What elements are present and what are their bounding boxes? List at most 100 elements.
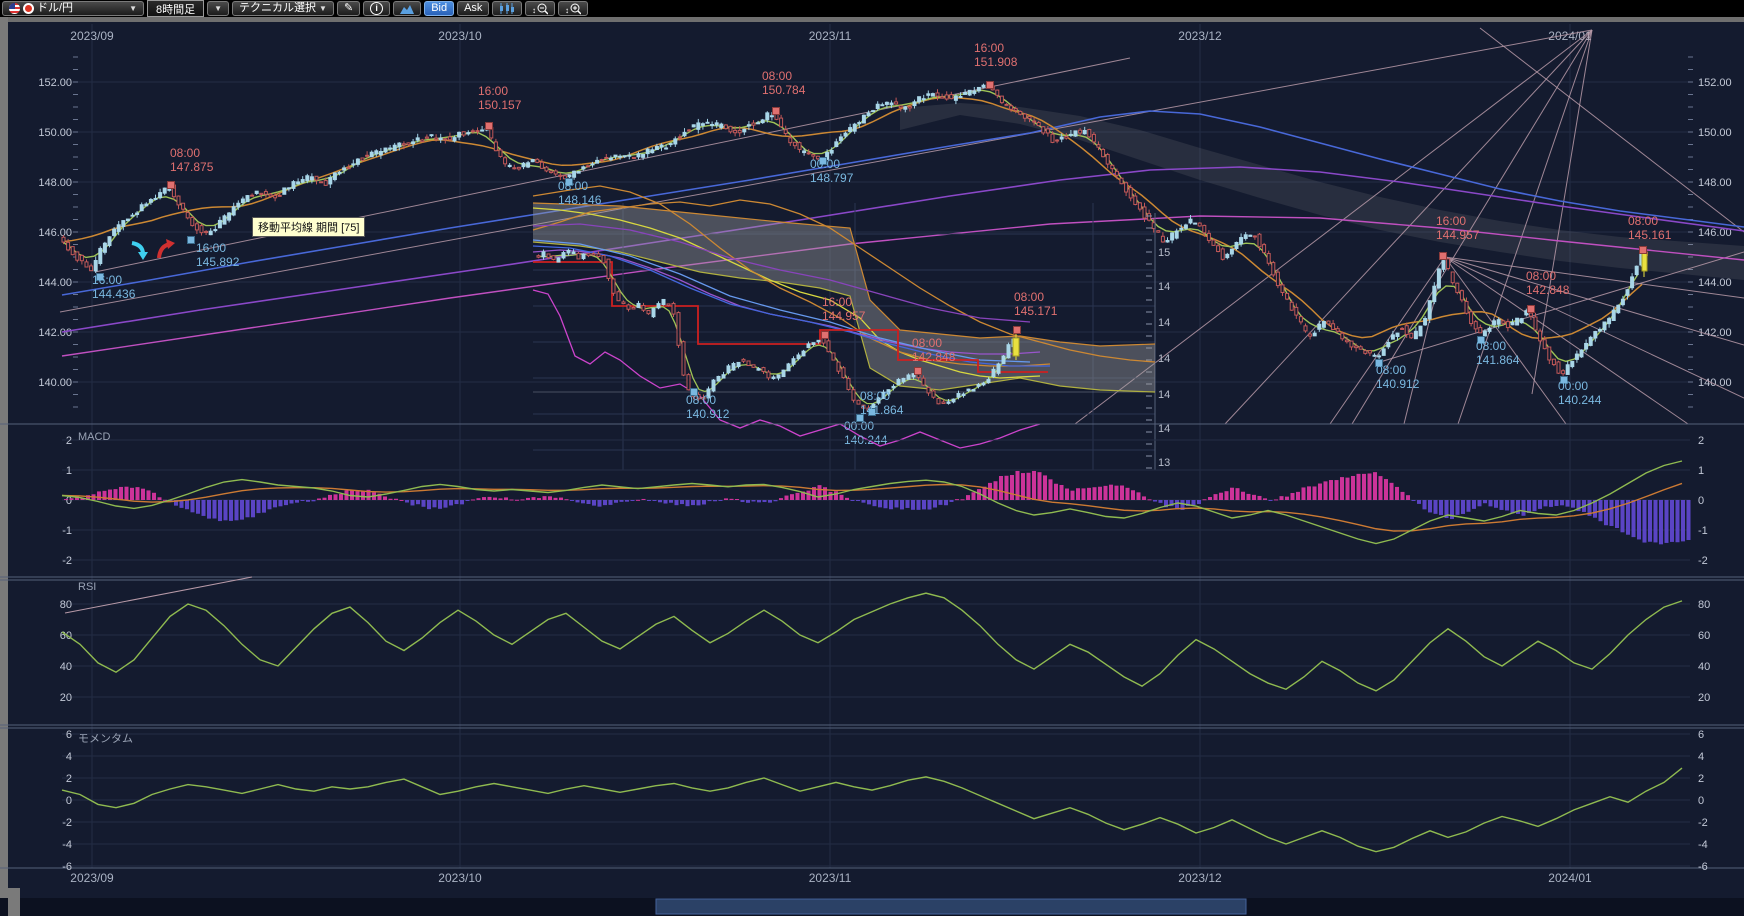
candle-body [1065,137,1068,139]
candle-body [1493,321,1496,325]
candle-body [218,220,221,227]
inset-current-candle [1013,338,1019,356]
timeframe-dropdown-button[interactable]: ▼ [207,1,229,16]
indicator-axis-label-right: 20 [1698,692,1710,704]
macd-histogram-bar [917,500,921,510]
macd-histogram-bar [1197,500,1201,504]
candle-body [977,87,980,90]
price-axis-label-right: 144.00 [1698,277,1732,289]
candlestick-chart-button[interactable] [492,1,522,16]
left-gutter [0,17,8,916]
inset-axis-label: 14 [1158,389,1170,401]
candle-body [237,203,240,207]
inset-candle-body [987,380,990,383]
candle-body [803,151,806,153]
macd-histogram-bar [1148,499,1152,500]
candle-body [945,95,948,99]
candle-body [1502,321,1505,323]
candle-body [439,138,442,140]
technical-select-button[interactable]: テクニカル選択 ▼ [232,1,334,16]
macd-histogram-bar [1236,488,1240,500]
annotation-marker [822,332,829,339]
candle-body [1465,302,1468,314]
macd-histogram-bar [119,487,123,500]
macd-histogram-bar [147,490,151,500]
inset-candle-body [992,369,995,376]
candle-body [1074,131,1077,136]
candle-body [1603,322,1606,330]
candle-body [996,90,999,95]
macd-histogram-bar [389,499,393,500]
inset-candle-body [962,394,965,396]
macd-histogram-bar [1274,499,1278,500]
macd-histogram-bar [1461,500,1465,514]
candle-body [99,248,102,263]
inset-candle-body [717,376,720,381]
macd-histogram-bar [191,500,195,512]
macd-histogram-bar [394,499,398,500]
candle-body [812,155,815,157]
indicator-axis-label-right: 1 [1698,465,1704,477]
draw-tool-button[interactable]: ✎ [337,1,360,16]
macd-histogram-bar [939,500,943,505]
macd-histogram-bar [152,493,156,500]
candle-body [67,242,70,250]
price-annotation: 140.912 [1376,377,1420,391]
zoom-out-button[interactable]: ↕ [525,1,555,16]
scrollbar-thumb[interactable] [656,899,1246,914]
candle-body [1391,335,1394,339]
candle-body [80,255,83,260]
candle-body [1322,322,1325,328]
candle-body [1309,334,1312,336]
rsi-label: RSI [78,581,96,593]
macd-histogram-bar [1439,500,1443,515]
ask-button[interactable]: Ask [457,1,489,16]
candle-body [1571,361,1574,366]
timeframe-display[interactable]: 8時間足 [147,0,204,17]
macd-histogram-bar [922,500,926,509]
inset-candle-body [897,379,900,384]
candle-body [471,131,474,132]
macd-histogram-bar [1005,476,1009,500]
macd-histogram-bar [1472,500,1476,509]
candle-body [734,130,737,132]
candle-body [251,195,254,196]
candle-body [504,158,507,164]
bid-button[interactable]: Bid [424,1,454,16]
candle-body [517,167,520,169]
candle-body [1364,351,1367,354]
macd-histogram-bar [405,500,409,502]
candle-body [1470,312,1473,324]
area-chart-button[interactable] [393,1,421,16]
macd-histogram-bar [273,500,277,507]
macd-histogram-bar [906,500,910,508]
candle-body [568,175,571,177]
chart-canvas[interactable]: 152.00152.00150.00150.00148.00148.00146.… [0,0,1744,916]
candle-body [149,200,152,203]
candle-body [1589,337,1592,345]
macd-histogram-bar [1423,500,1427,509]
macd-histogram-bar [361,491,365,500]
candle-body [223,216,226,224]
candle-body [1341,333,1344,339]
candle-body [1598,329,1601,331]
candle-body [1129,188,1132,198]
macd-histogram-bar [1395,487,1399,500]
info-button[interactable]: i [363,1,390,16]
candle-body [665,148,668,149]
candle-body [1419,326,1422,336]
candle-body [729,126,732,131]
macd-histogram-bar [680,500,684,504]
indicator-axis-label-left: 4 [66,751,72,763]
candle-body [154,198,157,199]
candle-body [1033,121,1036,122]
currency-pair-select[interactable]: ドル/円 ▼ [2,1,144,16]
candle-body [646,149,649,154]
candle-body [918,97,921,102]
macd-histogram-bar [455,500,459,504]
macd-histogram-bar [730,499,734,500]
zoom-in-button[interactable]: ↕ [558,1,588,16]
macd-histogram-bar [763,500,767,502]
candle-body [379,152,382,155]
candle-body [1272,263,1275,275]
